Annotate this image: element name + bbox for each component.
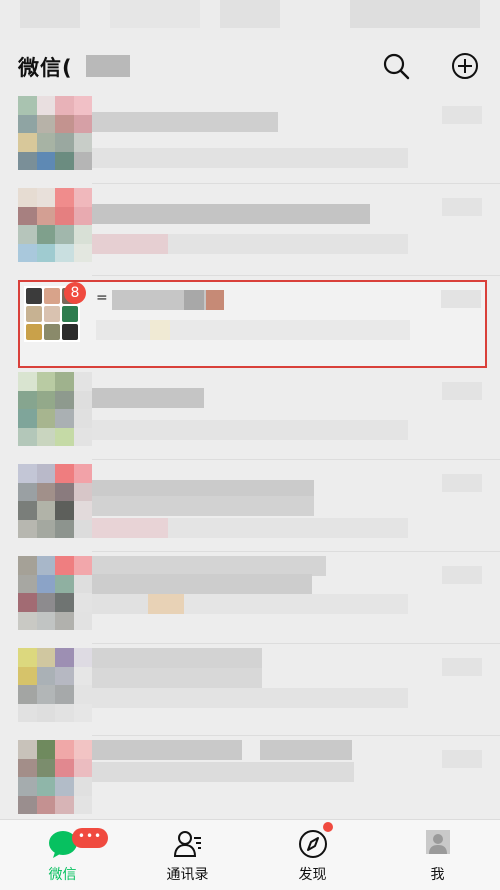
tab-badge: ••• (72, 828, 108, 848)
tab-chats[interactable]: ••• 微信 (0, 820, 125, 890)
tab-label: 我 (430, 867, 445, 883)
chat-preview-blur (92, 688, 408, 708)
chat-preview-blur (170, 320, 410, 340)
contacts-icon (173, 831, 201, 857)
chat-preview-blur (96, 320, 152, 340)
tab-discover[interactable]: 发现 (250, 820, 375, 890)
chat-list-item[interactable] (0, 736, 500, 828)
divider (92, 275, 500, 276)
chat-list-item[interactable] (0, 368, 500, 460)
chat-time-blur (442, 474, 482, 492)
chat-preview-blur (92, 594, 148, 614)
add-icon[interactable] (449, 50, 481, 82)
highlighted-chat-item[interactable]: 8 = (18, 280, 487, 368)
page-title: 微信( (18, 56, 73, 80)
tab-contacts[interactable]: 通讯录 (125, 820, 250, 890)
chat-list-item[interactable] (0, 644, 500, 736)
compass-icon (298, 830, 327, 858)
chat-time-blur (442, 382, 482, 400)
chat-preview-blur (92, 518, 168, 538)
chat-preview-blur (92, 234, 168, 254)
chat-list: 8 = (0, 92, 500, 819)
chat-time-blur (442, 106, 482, 124)
chat-name-blur (260, 740, 352, 760)
profile-icon (425, 830, 450, 854)
chat-preview-blur (92, 420, 408, 440)
title-count-blur (86, 55, 130, 77)
tab-label: 发现 (298, 867, 327, 883)
chat-preview-blur (184, 594, 408, 614)
avatar (18, 648, 92, 722)
chat-preview-blur (168, 518, 408, 538)
chat-list-item[interactable] (0, 92, 500, 184)
status-blur (220, 0, 280, 28)
chat-preview-blur (92, 148, 408, 168)
chat-list-item[interactable] (0, 552, 500, 644)
avatar (18, 464, 92, 538)
status-blur (350, 0, 480, 28)
avatar (18, 740, 92, 814)
chat-time-blur (441, 290, 481, 308)
status-blur (20, 0, 80, 28)
tab-me[interactable]: 我 (375, 820, 500, 890)
chat-name-blur (92, 740, 242, 760)
tab-label: 微信 (48, 867, 77, 883)
app-header: 微信( (0, 40, 500, 92)
chat-time-blur (442, 198, 482, 216)
avatar (18, 188, 92, 262)
chat-name-blur (206, 290, 224, 310)
chat-name-blur (92, 668, 262, 688)
avatar (18, 372, 92, 446)
chat-preview-blur (92, 762, 354, 782)
chat-name-blur (92, 556, 326, 576)
chat-name-blur (92, 648, 262, 668)
chat-time-blur (442, 750, 482, 768)
status-blur (110, 0, 200, 28)
chat-list-item[interactable] (0, 460, 500, 552)
status-bar (0, 0, 500, 40)
chat-name-blur (92, 574, 312, 594)
notification-dot (323, 822, 333, 832)
avatar (18, 96, 92, 170)
tab-bar: ••• 微信 通讯录 发现 我 (0, 819, 500, 890)
chat-preview-blur (168, 234, 408, 254)
chat-name-blur (92, 496, 314, 516)
search-icon[interactable] (380, 50, 412, 82)
chat-time-blur (442, 566, 482, 584)
chat-name-blur (184, 290, 204, 310)
unread-badge: 8 (64, 282, 86, 304)
chat-list-item[interactable] (0, 184, 500, 276)
chat-name-blur (92, 388, 204, 408)
chat-name-blur (92, 112, 278, 132)
chat-time-blur (442, 658, 482, 676)
tab-label: 通讯录 (166, 867, 209, 883)
chat-name-fragment: = (96, 290, 108, 306)
chat-name-blur (92, 204, 370, 224)
chat-preview-blur (148, 594, 184, 614)
chat-preview-blur (150, 320, 170, 340)
avatar (18, 556, 92, 630)
